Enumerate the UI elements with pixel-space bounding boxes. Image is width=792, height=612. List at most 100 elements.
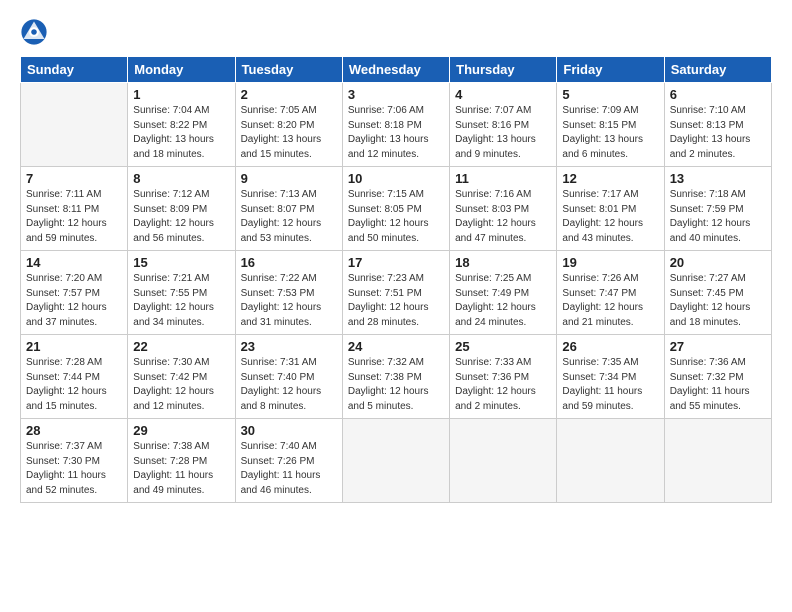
day-number: 22 (133, 339, 229, 354)
calendar-table: SundayMondayTuesdayWednesdayThursdayFrid… (20, 56, 772, 503)
day-number: 26 (562, 339, 658, 354)
day-info: Sunrise: 7:05 AM Sunset: 8:20 PM Dayligh… (241, 104, 337, 162)
calendar-cell: 3Sunrise: 7:06 AM Sunset: 8:18 PM Daylig… (342, 83, 449, 167)
day-number: 17 (348, 255, 444, 270)
week-row-2: 7 Sunrise: 7:11 AM Sunset: 8:11 PM Daylig… (21, 167, 772, 251)
day-info: Sunrise: 7:12 AM Sunset: 8:09 PM Dayligh… (133, 188, 229, 246)
day-info: Sunrise: 7:38 AM Sunset: 7:28 PM Dayligh… (133, 440, 229, 498)
day-number: 21 (26, 339, 122, 354)
calendar-cell: 25Sunrise: 7:33 AM Sunset: 7:36 PM Dayli… (450, 335, 557, 419)
day-info: Sunrise: 7:28 AM Sunset: 7:44 PM Dayligh… (26, 356, 122, 414)
day-number: 8 (133, 171, 229, 186)
calendar-cell: 29 Sunrise: 7:38 AM Sunset: 7:28 PM Dayli… (128, 419, 235, 503)
calendar-cell: 12 Sunrise: 7:17 AM Sunset: 8:01 PM Dayli… (557, 167, 664, 251)
day-info: Sunrise: 7:23 AM Sunset: 7:51 PM Dayligh… (348, 272, 444, 330)
weekday-header-sunday: Sunday (21, 57, 128, 83)
weekday-header-thursday: Thursday (450, 57, 557, 83)
week-row-5: 28 Sunrise: 7:37 AM Sunset: 7:30 PM Dayli… (21, 419, 772, 503)
day-number: 24 (348, 339, 444, 354)
day-number: 15 (133, 255, 229, 270)
logo (20, 18, 52, 46)
day-info: Sunrise: 7:37 AM Sunset: 7:30 PM Dayligh… (26, 440, 122, 498)
day-number: 14 (26, 255, 122, 270)
day-info: Sunrise: 7:04 AM Sunset: 8:22 PM Dayligh… (133, 104, 229, 162)
calendar-cell: 16 Sunrise: 7:22 AM Sunset: 7:53 PM Dayli… (235, 251, 342, 335)
calendar-cell: 27 Sunrise: 7:36 AM Sunset: 7:32 PM Dayli… (664, 335, 771, 419)
day-number: 25 (455, 339, 551, 354)
day-number: 7 (26, 171, 122, 186)
day-info: Sunrise: 7:21 AM Sunset: 7:55 PM Dayligh… (133, 272, 229, 330)
calendar-cell: 22 Sunrise: 7:30 AM Sunset: 7:42 PM Dayli… (128, 335, 235, 419)
day-info: Sunrise: 7:36 AM Sunset: 7:32 PM Dayligh… (670, 356, 766, 414)
calendar-cell: 6 Sunrise: 7:10 AM Sunset: 8:13 PM Daylig… (664, 83, 771, 167)
day-info: Sunrise: 7:26 AM Sunset: 7:47 PM Dayligh… (562, 272, 658, 330)
calendar-cell: 21 Sunrise: 7:28 AM Sunset: 7:44 PM Dayli… (21, 335, 128, 419)
calendar-cell: 9Sunrise: 7:13 AM Sunset: 8:07 PM Daylig… (235, 167, 342, 251)
calendar-cell (664, 419, 771, 503)
day-number: 2 (241, 87, 337, 102)
day-number: 18 (455, 255, 551, 270)
calendar-cell (557, 419, 664, 503)
day-number: 30 (241, 423, 337, 438)
calendar-cell: 23Sunrise: 7:31 AM Sunset: 7:40 PM Dayli… (235, 335, 342, 419)
calendar-cell: 17 Sunrise: 7:23 AM Sunset: 7:51 PM Dayli… (342, 251, 449, 335)
day-number: 23 (241, 339, 337, 354)
day-info: Sunrise: 7:09 AM Sunset: 8:15 PM Dayligh… (562, 104, 658, 162)
weekday-header-tuesday: Tuesday (235, 57, 342, 83)
header (20, 18, 772, 46)
day-number: 9 (241, 171, 337, 186)
day-number: 4 (455, 87, 551, 102)
calendar-cell: 4 Sunrise: 7:07 AM Sunset: 8:16 PM Daylig… (450, 83, 557, 167)
calendar-cell: 15 Sunrise: 7:21 AM Sunset: 7:55 PM Dayli… (128, 251, 235, 335)
day-number: 29 (133, 423, 229, 438)
calendar-cell: 19 Sunrise: 7:26 AM Sunset: 7:47 PM Dayli… (557, 251, 664, 335)
day-number: 16 (241, 255, 337, 270)
day-number: 12 (562, 171, 658, 186)
day-number: 6 (670, 87, 766, 102)
calendar-cell: 7 Sunrise: 7:11 AM Sunset: 8:11 PM Daylig… (21, 167, 128, 251)
day-info: Sunrise: 7:10 AM Sunset: 8:13 PM Dayligh… (670, 104, 766, 162)
weekday-header-friday: Friday (557, 57, 664, 83)
day-info: Sunrise: 7:20 AM Sunset: 7:57 PM Dayligh… (26, 272, 122, 330)
weekday-header-wednesday: Wednesday (342, 57, 449, 83)
day-info: Sunrise: 7:16 AM Sunset: 8:03 PM Dayligh… (455, 188, 551, 246)
day-info: Sunrise: 7:06 AM Sunset: 8:18 PM Dayligh… (348, 104, 444, 162)
calendar-cell (21, 83, 128, 167)
day-info: Sunrise: 7:07 AM Sunset: 8:16 PM Dayligh… (455, 104, 551, 162)
day-info: Sunrise: 7:25 AM Sunset: 7:49 PM Dayligh… (455, 272, 551, 330)
day-number: 10 (348, 171, 444, 186)
calendar-cell: 8 Sunrise: 7:12 AM Sunset: 8:09 PM Daylig… (128, 167, 235, 251)
calendar-cell (450, 419, 557, 503)
calendar-cell: 20Sunrise: 7:27 AM Sunset: 7:45 PM Dayli… (664, 251, 771, 335)
day-info: Sunrise: 7:22 AM Sunset: 7:53 PM Dayligh… (241, 272, 337, 330)
day-info: Sunrise: 7:17 AM Sunset: 8:01 PM Dayligh… (562, 188, 658, 246)
day-info: Sunrise: 7:32 AM Sunset: 7:38 PM Dayligh… (348, 356, 444, 414)
week-row-3: 14 Sunrise: 7:20 AM Sunset: 7:57 PM Dayli… (21, 251, 772, 335)
calendar-cell: 30 Sunrise: 7:40 AM Sunset: 7:26 PM Dayli… (235, 419, 342, 503)
day-number: 27 (670, 339, 766, 354)
calendar-cell: 24 Sunrise: 7:32 AM Sunset: 7:38 PM Dayli… (342, 335, 449, 419)
calendar-cell: 1 Sunrise: 7:04 AM Sunset: 8:22 PM Daylig… (128, 83, 235, 167)
day-number: 19 (562, 255, 658, 270)
day-info: Sunrise: 7:11 AM Sunset: 8:11 PM Dayligh… (26, 188, 122, 246)
calendar-page: SundayMondayTuesdayWednesdayThursdayFrid… (0, 0, 792, 612)
logo-icon (20, 18, 48, 46)
day-info: Sunrise: 7:30 AM Sunset: 7:42 PM Dayligh… (133, 356, 229, 414)
calendar-cell (342, 419, 449, 503)
calendar-cell: 10 Sunrise: 7:15 AM Sunset: 8:05 PM Dayli… (342, 167, 449, 251)
calendar-cell: 18 Sunrise: 7:25 AM Sunset: 7:49 PM Dayli… (450, 251, 557, 335)
calendar-cell: 14 Sunrise: 7:20 AM Sunset: 7:57 PM Dayli… (21, 251, 128, 335)
calendar-cell: 5Sunrise: 7:09 AM Sunset: 8:15 PM Daylig… (557, 83, 664, 167)
day-info: Sunrise: 7:18 AM Sunset: 7:59 PM Dayligh… (670, 188, 766, 246)
day-number: 20 (670, 255, 766, 270)
day-number: 1 (133, 87, 229, 102)
day-info: Sunrise: 7:40 AM Sunset: 7:26 PM Dayligh… (241, 440, 337, 498)
week-row-1: 1 Sunrise: 7:04 AM Sunset: 8:22 PM Daylig… (21, 83, 772, 167)
calendar-cell: 11Sunrise: 7:16 AM Sunset: 8:03 PM Dayli… (450, 167, 557, 251)
week-row-4: 21 Sunrise: 7:28 AM Sunset: 7:44 PM Dayli… (21, 335, 772, 419)
day-number: 13 (670, 171, 766, 186)
day-info: Sunrise: 7:15 AM Sunset: 8:05 PM Dayligh… (348, 188, 444, 246)
calendar-cell: 26Sunrise: 7:35 AM Sunset: 7:34 PM Dayli… (557, 335, 664, 419)
calendar-cell: 28 Sunrise: 7:37 AM Sunset: 7:30 PM Dayli… (21, 419, 128, 503)
day-number: 28 (26, 423, 122, 438)
